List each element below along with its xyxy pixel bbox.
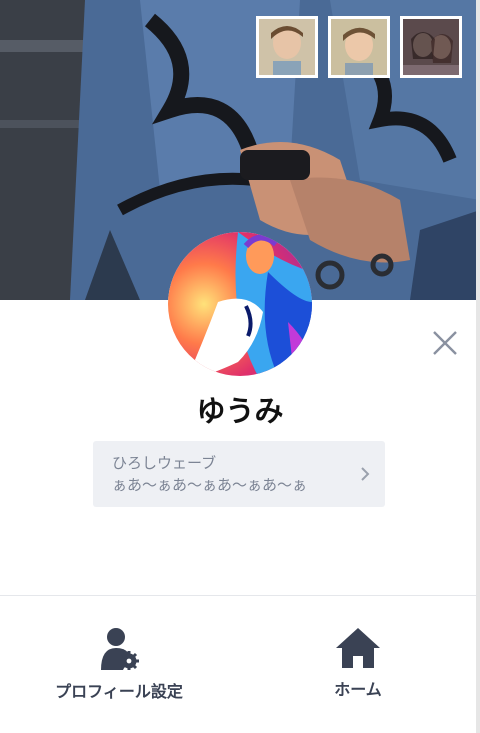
profile-name: ゆうみ [196, 394, 284, 428]
close-icon [433, 331, 457, 355]
thumbnail-3[interactable] [400, 16, 462, 78]
close-button[interactable] [428, 326, 462, 360]
status-line-2: ぁあ〜ぁあ〜ぁあ〜ぁあ〜ぁ [112, 476, 308, 494]
cover-thumbnails [256, 16, 462, 78]
status-line-1: ひろしウェーブ [112, 454, 217, 472]
bottom-divider [0, 595, 480, 596]
person-gear-icon [101, 628, 139, 670]
profile-avatar[interactable] [168, 232, 312, 376]
home-icon [336, 628, 380, 668]
profile-settings-button[interactable]: プロフィール設定 [46, 626, 192, 702]
chevron-right-icon [361, 467, 370, 481]
home-label: ホーム [334, 680, 382, 699]
home-button[interactable]: ホーム [310, 626, 406, 700]
thumbnail-1[interactable] [256, 16, 318, 78]
avatar-image [168, 232, 312, 376]
profile-settings-label: プロフィール設定 [55, 682, 183, 701]
thumbnail-2[interactable] [328, 16, 390, 78]
screen-edge [476, 0, 480, 733]
status-message-box[interactable]: ひろしウェーブ ぁあ〜ぁあ〜ぁあ〜ぁあ〜ぁ [93, 441, 385, 507]
